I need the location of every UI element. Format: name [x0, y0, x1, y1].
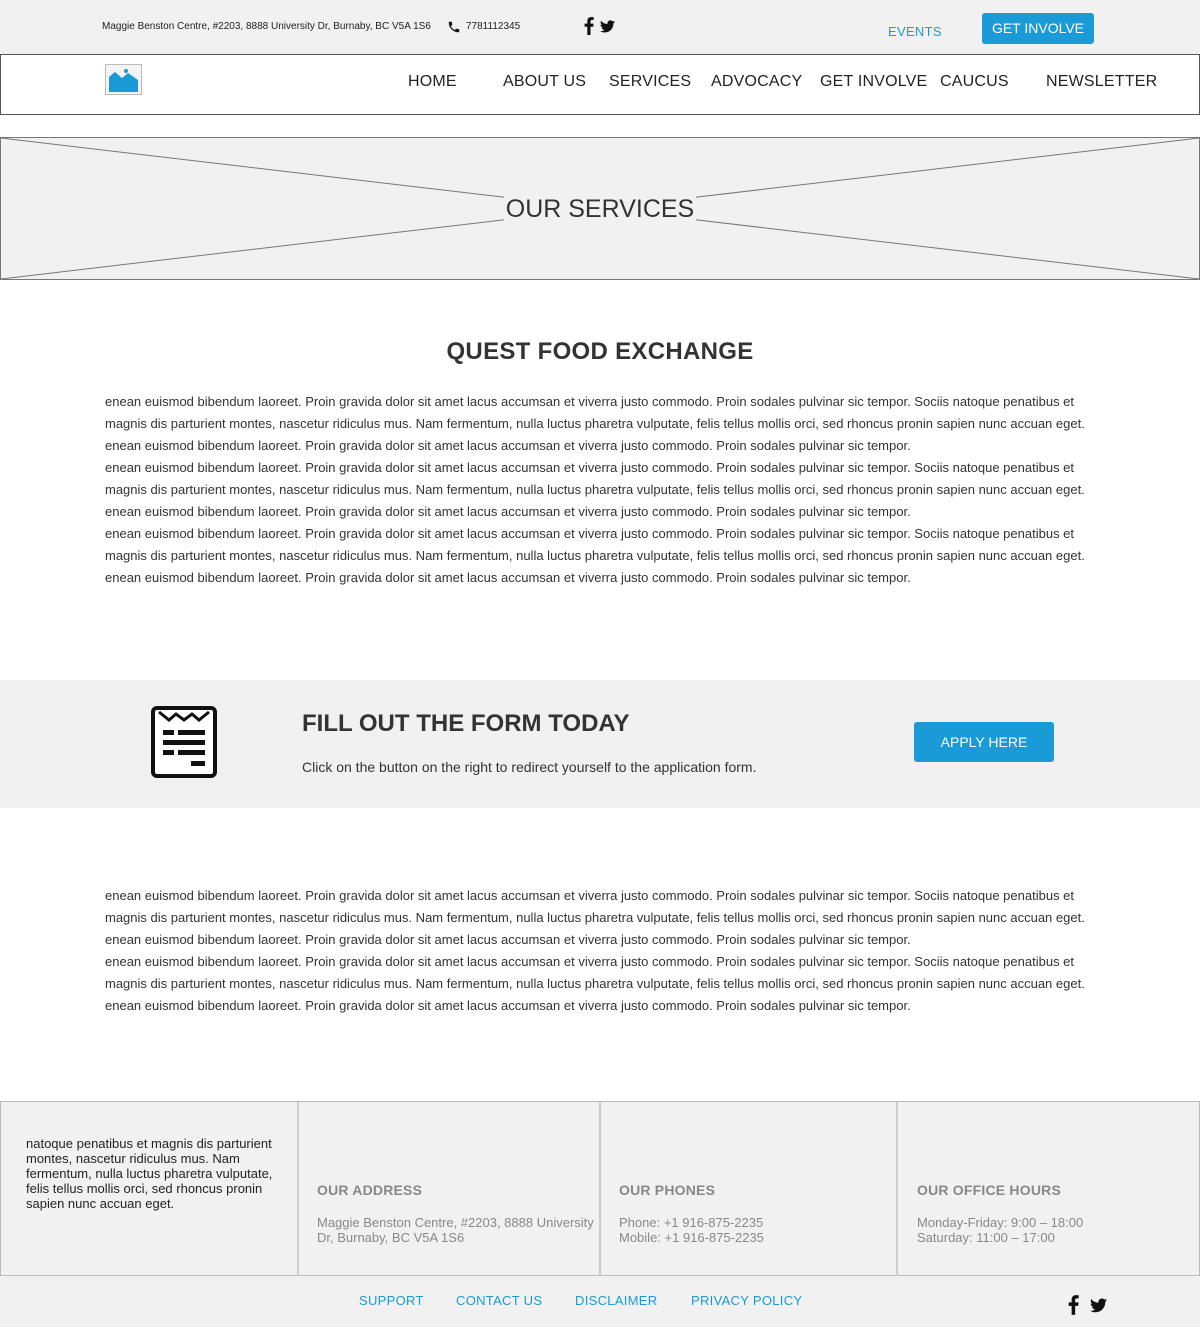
nav-about-us[interactable]: ABOUT US — [503, 73, 586, 91]
footer-phones-column: OUR PHONES Phone: +1 916-875-2235 Mobile… — [601, 1102, 898, 1277]
paragraph-line: enean euismod bibendum laoreet. Proin gr… — [105, 570, 911, 585]
paragraph-line: enean euismod bibendum laoreet. Proin gr… — [105, 932, 911, 947]
twitter-icon[interactable] — [600, 20, 615, 33]
form-document-icon — [151, 706, 217, 778]
top-phone-number[interactable]: 7781112345 — [466, 21, 520, 32]
nav-caucus[interactable]: CAUCUS — [940, 73, 1009, 91]
get-involve-button[interactable]: GET INVOLVE — [982, 13, 1094, 44]
top-bar: Maggie Benston Centre, #2203, 8888 Unive… — [0, 0, 1200, 54]
paragraph-line: enean euismod bibendum laoreet. Proin gr… — [105, 998, 911, 1013]
footer-hours-heading: OUR OFFICE HOURS — [917, 1182, 1061, 1198]
facebook-icon[interactable] — [584, 17, 594, 35]
paragraph-line: enean euismod bibendum laoreet. Proin gr… — [105, 888, 1075, 903]
hero-title: OUR SERVICES — [503, 195, 697, 223]
logo[interactable] — [105, 64, 142, 95]
top-address: Maggie Benston Centre, #2203, 8888 Unive… — [102, 21, 431, 32]
paragraph-line: magnis dis parturient montes, nascetur r… — [105, 910, 1085, 925]
footer-hours-line: Saturday: 11:00 – 17:00 — [917, 1230, 1055, 1245]
facebook-icon[interactable] — [1068, 1294, 1079, 1316]
section-title: QUEST FOOD EXCHANGE — [446, 338, 754, 365]
footer-address-heading: OUR ADDRESS — [317, 1182, 423, 1198]
hero-banner: OUR SERVICES — [0, 137, 1200, 280]
privacy-policy-link[interactable]: PRIVACY POLICY — [691, 1293, 802, 1308]
apply-here-button[interactable]: APPLY HERE — [914, 722, 1054, 762]
footer-about-text: natoque penatibus et magnis dis parturie… — [26, 1136, 273, 1211]
footer-address-line: Dr, Burnaby, BC V5A 1S6 — [317, 1230, 465, 1245]
nav-newsletter[interactable]: NEWSLETTER — [1046, 73, 1157, 91]
cta-title: FILL OUT THE FORM TODAY — [302, 710, 630, 737]
footer-mobile-line[interactable]: Mobile: +1 916-875-2235 — [619, 1230, 764, 1245]
footer-hours-line: Monday-Friday: 9:00 – 18:00 — [917, 1215, 1084, 1230]
footer-phones-heading: OUR PHONES — [619, 1182, 716, 1198]
footer-about-column: natoque penatibus et magnis dis parturie… — [1, 1102, 299, 1277]
paragraph-line: magnis dis parturient montes, nascetur r… — [105, 976, 1085, 991]
paragraph-line: enean euismod bibendum laoreet. Proin gr… — [105, 460, 1075, 475]
nav-home[interactable]: HOME — [408, 73, 457, 91]
paragraph-line: magnis dis parturient montes, nascetur r… — [105, 416, 1085, 431]
paragraph-line: enean euismod bibendum laoreet. Proin gr… — [105, 504, 911, 519]
events-link[interactable]: EVENTS — [888, 24, 942, 39]
footer-address-column: OUR ADDRESS Maggie Benston Centre, #2203… — [299, 1102, 601, 1277]
phone-icon — [448, 21, 460, 33]
cta-band: FILL OUT THE FORM TODAY Click on the but… — [0, 680, 1200, 808]
paragraph-line: enean euismod bibendum laoreet. Proin gr… — [105, 394, 1075, 409]
twitter-icon[interactable] — [1090, 1298, 1107, 1313]
support-link[interactable]: SUPPORT — [359, 1293, 424, 1308]
footer: natoque penatibus et magnis dis parturie… — [0, 1101, 1200, 1277]
paragraph-line: enean euismod bibendum laoreet. Proin gr… — [105, 526, 1075, 541]
paragraph-line: magnis dis parturient montes, nascetur r… — [105, 482, 1085, 497]
main-navbar: HOME ABOUT US SERVICES ADVOCACY GET INVO… — [0, 54, 1200, 115]
image-placeholder-icon — [108, 67, 139, 92]
second-paragraph: enean euismod bibendum laoreet. Proin gr… — [105, 885, 1095, 1017]
paragraph-line: magnis dis parturient montes, nascetur r… — [105, 548, 1085, 563]
contact-us-link[interactable]: CONTACT US — [456, 1293, 542, 1308]
paragraph-line: enean euismod bibendum laoreet. Proin gr… — [105, 438, 911, 453]
disclaimer-link[interactable]: DISCLAIMER — [575, 1293, 657, 1308]
footer-hours-column: OUR OFFICE HOURS Monday-Friday: 9:00 – 1… — [898, 1102, 1199, 1277]
nav-advocacy[interactable]: ADVOCACY — [711, 73, 802, 91]
main-paragraph: enean euismod bibendum laoreet. Proin gr… — [105, 391, 1095, 589]
footer-phone-line[interactable]: Phone: +1 916-875-2235 — [619, 1215, 763, 1230]
nav-get-involve[interactable]: GET INVOLVE — [820, 73, 927, 91]
bottom-bar: SUPPORT CONTACT US DISCLAIMER PRIVACY PO… — [0, 1276, 1200, 1327]
nav-services[interactable]: SERVICES — [609, 73, 691, 91]
footer-address-line: Maggie Benston Centre, #2203, 8888 Unive… — [317, 1215, 594, 1230]
cta-subtitle: Click on the button on the right to redi… — [302, 759, 757, 775]
paragraph-line: enean euismod bibendum laoreet. Proin gr… — [105, 954, 1075, 969]
